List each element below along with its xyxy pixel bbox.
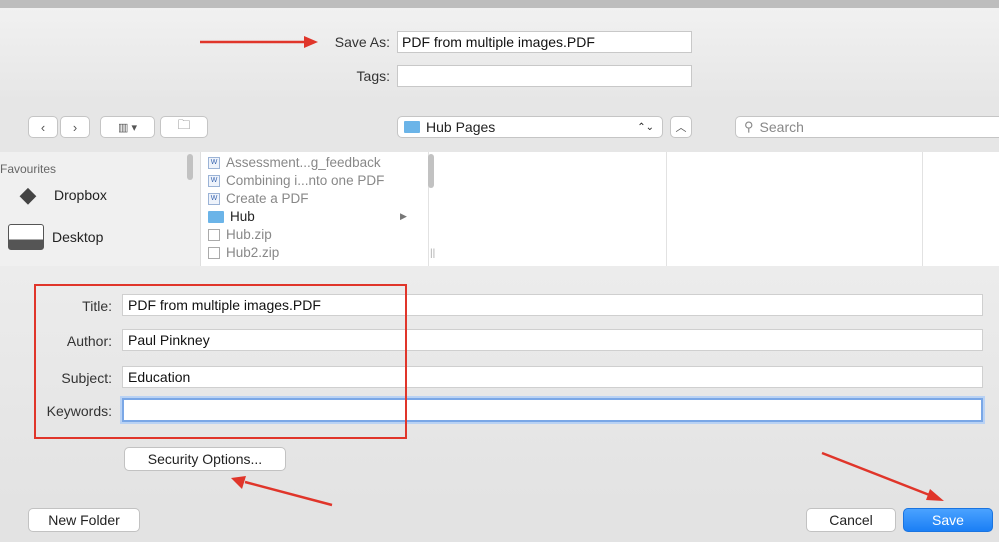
file-item[interactable]: Hub ▶ <box>208 209 407 224</box>
cancel-button[interactable]: Cancel <box>806 508 896 532</box>
window-top-edge <box>0 0 999 8</box>
save-header: Save As: PDF from multiple images.PDF Ta… <box>0 8 999 102</box>
navigation-toolbar: ‹ › ▥ ▾ 🗀 Hub Pages ⌃⌄ ︿ ⚲ Search <box>0 102 999 153</box>
chevron-right-icon: › <box>72 119 78 135</box>
chevron-up-icon: ︿ <box>675 122 687 134</box>
search-field[interactable]: ⚲ Search <box>735 116 999 138</box>
dropbox-icon: ◆ <box>19 182 37 207</box>
save-as-field[interactable]: PDF from multiple images.PDF <box>397 31 692 53</box>
zip-file-icon <box>208 246 220 259</box>
file-item[interactable]: Hub2.zip <box>208 245 279 260</box>
chevron-left-icon: ‹ <box>40 119 46 135</box>
collapse-button[interactable]: ︿ <box>670 116 692 138</box>
file-name: Hub2.zip <box>226 245 280 260</box>
sidebar-scrollbar[interactable] <box>187 154 193 180</box>
file-name: Assessment...g_feedback <box>226 155 381 170</box>
file-name: Combining i...nto one PDF <box>226 173 385 188</box>
word-doc-icon: W <box>208 174 220 187</box>
updown-chevron-icon: ⌃⌄ <box>637 121 654 133</box>
sidebar-item-label: Dropbox <box>54 187 107 203</box>
new-folder-icon: 🗀 <box>177 117 191 132</box>
search-icon: ⚲ <box>744 119 754 134</box>
new-folder-toolbar-button[interactable]: 🗀 <box>160 116 208 138</box>
new-folder-button[interactable]: New Folder <box>28 508 140 532</box>
word-doc-icon: W <box>208 156 220 169</box>
security-options-button[interactable]: Security Options... <box>124 447 286 471</box>
file-item[interactable]: W Assessment...g_feedback <box>208 155 381 170</box>
search-placeholder: Search <box>759 119 804 135</box>
save-button[interactable]: Save <box>903 508 993 532</box>
forward-button[interactable]: › <box>60 116 90 138</box>
folder-icon <box>208 210 224 223</box>
file-item[interactable]: W Combining i...nto one PDF <box>208 173 384 188</box>
file-column <box>428 152 667 266</box>
file-item[interactable]: W Create a PDF <box>208 191 309 206</box>
back-button[interactable]: ‹ <box>28 116 58 138</box>
save-as-label: Save As: <box>334 34 390 50</box>
word-doc-icon: W <box>208 192 220 205</box>
annotation-highlight-box <box>34 284 407 439</box>
desktop-icon <box>8 224 44 250</box>
tags-field[interactable] <box>397 65 692 87</box>
file-name: Hub <box>230 209 255 224</box>
file-name: Create a PDF <box>226 191 309 206</box>
location-popup[interactable]: Hub Pages ⌃⌄ <box>397 116 663 138</box>
sidebar-item-dropbox[interactable]: ◆ Dropbox <box>10 182 107 208</box>
zip-file-icon <box>208 228 220 241</box>
disclosure-arrow-icon: ▶ <box>400 211 407 221</box>
file-column <box>922 152 999 266</box>
view-mode-button[interactable]: ▥ ▾ <box>100 116 155 138</box>
location-label: Hub Pages <box>426 119 496 135</box>
file-name: Hub.zip <box>226 227 272 242</box>
tags-label: Tags: <box>356 68 390 84</box>
column-view-icon: ▥ ▾ <box>118 121 137 134</box>
sidebar-item-desktop[interactable]: Desktop <box>8 224 103 250</box>
dialog-footer: New Folder Cancel Save <box>0 502 999 542</box>
file-column: W Assessment...g_feedback W Combining i...… <box>200 152 434 266</box>
file-item[interactable]: Hub.zip <box>208 227 272 242</box>
file-browser: Favourites ◆ Dropbox Desktop W Assessment… <box>0 152 999 267</box>
file-column <box>666 152 923 266</box>
sidebar-section-title: Favourites <box>0 162 57 176</box>
sidebar: Favourites ◆ Dropbox Desktop <box>0 152 201 266</box>
sidebar-item-label: Desktop <box>52 229 104 245</box>
folder-icon <box>404 121 420 133</box>
